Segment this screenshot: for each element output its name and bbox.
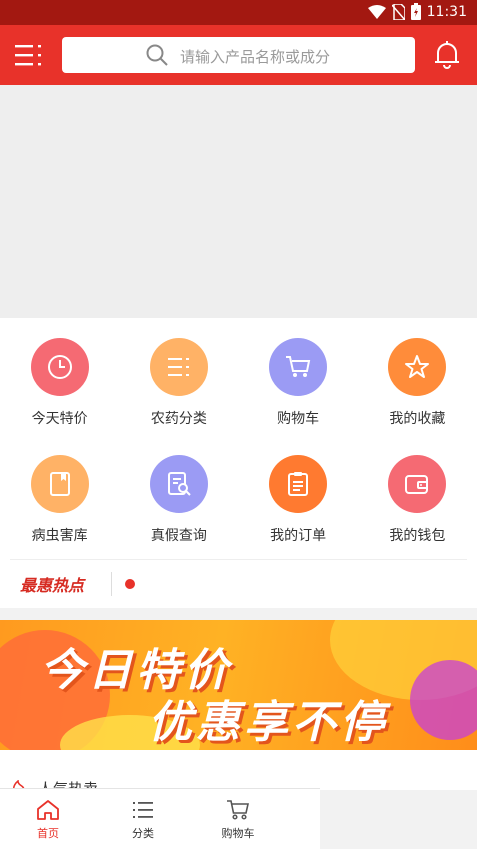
menu-item-pesticide-category[interactable]: 农药分类 — [119, 338, 238, 428]
bell-icon[interactable] — [434, 41, 460, 69]
status-time: 11:31 — [426, 3, 467, 20]
hot-deals-bar[interactable]: 最惠热点 — [10, 559, 467, 607]
menu-item-label: 病虫害库 — [31, 528, 88, 544]
menu-item-my-wallet[interactable]: 我的钱包 — [358, 455, 477, 545]
clock-icon — [30, 338, 89, 396]
no-sim-icon — [391, 3, 405, 20]
nav-item-cart[interactable]: 购物车 — [203, 799, 273, 841]
search-input[interactable]: 请输入产品名称或成分 — [62, 37, 415, 73]
nav-item-home[interactable]: 首页 — [13, 799, 83, 841]
home-icon — [37, 800, 59, 820]
bottom-nav: 首页 分类 购物车 — [0, 788, 320, 849]
list-icon — [133, 802, 153, 818]
menu-item-today-special[interactable]: 今天特价 — [0, 338, 119, 428]
menu-item-my-orders[interactable]: 我的订单 — [239, 455, 358, 545]
menu-item-authenticity-check[interactable]: 真假查询 — [119, 455, 238, 545]
cart-icon — [269, 338, 328, 396]
menu-item-label: 我的钱包 — [389, 528, 446, 544]
nav-label: 购物车 — [221, 827, 255, 840]
promo-banner[interactable]: 今日特价 优惠享不停 — [0, 620, 477, 750]
menu-item-cart[interactable]: 购物车 — [239, 338, 358, 428]
decoration — [410, 660, 477, 740]
list-icon — [149, 338, 208, 396]
menu-icon[interactable] — [14, 42, 44, 68]
database-icon — [30, 455, 89, 513]
wallet-icon — [388, 455, 447, 513]
menu-item-label: 购物车 — [277, 411, 320, 427]
cart-icon — [227, 800, 249, 820]
indicator-dot — [125, 579, 135, 589]
menu-item-favorites[interactable]: 我的收藏 — [358, 338, 477, 428]
query-icon — [149, 455, 208, 513]
nav-label: 首页 — [37, 827, 59, 840]
promo-subheadline: 优惠享不停 — [148, 697, 388, 748]
nav-item-category[interactable]: 分类 — [108, 799, 178, 841]
banner-carousel[interactable] — [0, 85, 477, 318]
star-icon — [388, 338, 447, 396]
clipboard-icon — [269, 455, 328, 513]
hot-deals-title: 最惠热点 — [20, 576, 85, 595]
divider — [111, 572, 112, 596]
menu-item-label: 农药分类 — [150, 411, 207, 427]
menu-item-label: 今天特价 — [31, 411, 88, 427]
menu-item-label: 我的收藏 — [389, 411, 446, 427]
wifi-icon — [367, 4, 386, 19]
header: 请输入产品名称或成分 — [0, 25, 477, 85]
battery-icon — [410, 3, 421, 20]
quick-menu: 今天特价 农药分类 购物车 我的收藏 病虫害库 真假查询 我的订单 我的钱包 最… — [0, 318, 477, 608]
menu-item-label: 我的订单 — [270, 528, 327, 544]
popular-section: 人气热卖 — [0, 750, 477, 798]
menu-item-label: 真假查询 — [150, 528, 207, 544]
search-icon — [146, 44, 168, 66]
nav-label: 分类 — [132, 827, 154, 840]
menu-item-pest-library[interactable]: 病虫害库 — [0, 455, 119, 545]
status-icons: 11:31 — [367, 3, 467, 20]
search-placeholder: 请输入产品名称或成分 — [180, 48, 331, 66]
status-bar: 11:31 — [0, 0, 477, 25]
